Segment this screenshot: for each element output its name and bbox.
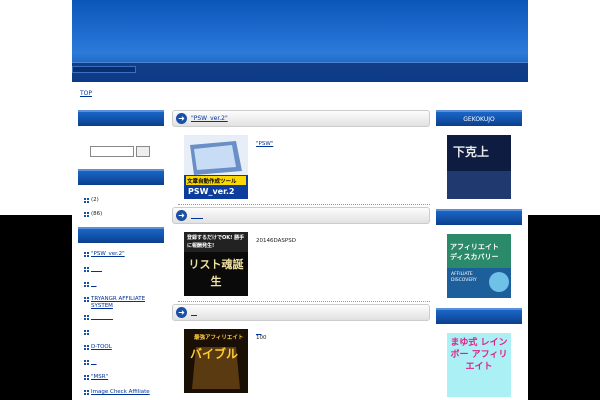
entry: 文章自動作成ツール PSW_ver.2 "PSW" (172, 127, 430, 209)
right-sidebar: GEKOKUJO 下克上 アフィリエイト ディスカバリー AFFILIATE D… (436, 110, 522, 400)
sidebar-link-text[interactable]: __ (91, 359, 97, 366)
arrow-right-icon: ➜ (176, 113, 187, 124)
psw-image-title: PSW_ver.2 (188, 187, 235, 196)
entry-header: ➜ "PSW_ver.2" (172, 110, 430, 127)
bullet-icon (84, 330, 89, 335)
page: TOP (2) (86) "PSW_ver.2" ____ __ TRYANGR… (72, 0, 528, 400)
sidebar-link-text[interactable]: ________ (91, 314, 113, 321)
search-input[interactable] (90, 146, 134, 157)
arrow-right-icon: ➜ (176, 210, 187, 221)
sidebar-link-text[interactable]: Image Check Affiliate (91, 389, 150, 396)
entry: 最強アフィリエイト バイブル __ 100 (172, 321, 430, 400)
entry: 登録するだけでOK! 勝手に報酬発生! リスト魂誕生 20146DASPSD (172, 224, 430, 306)
rainbow-affiliate-text: まゆ式 レインボー アフィリエイト (450, 338, 508, 372)
bullet-icon (84, 211, 89, 217)
sidebar-header-3 (436, 308, 522, 324)
entry-header: ➜ __ (172, 304, 430, 321)
bullet-icon (84, 282, 89, 287)
gekokujo-banner[interactable]: 下克上 (447, 135, 511, 199)
sidebar-link[interactable]: Image Check Affiliate (78, 389, 164, 400)
entry-title[interactable]: ____ (191, 212, 203, 219)
sidebar-link[interactable]: ________ (78, 314, 164, 327)
search-form (90, 146, 164, 157)
bullet-icon (84, 315, 89, 320)
sidebar-header-2 (436, 209, 522, 225)
sidebar-link-text[interactable]: D-TOOL (91, 344, 112, 351)
sidebar-link[interactable]: ____ (78, 266, 164, 279)
entry-link[interactable]: "PSW" (256, 141, 273, 147)
category-count: (2) (91, 197, 99, 203)
psw-image-caption: 文章自動作成ツール (187, 179, 237, 185)
bible-image-caption: 最強アフィリエイト (194, 335, 244, 341)
rainbow-affiliate-banner[interactable]: まゆ式 レインボー アフィリエイト (447, 333, 511, 397)
gekokujo-banner-text: 下克上 (453, 145, 490, 159)
header-nav-bar (72, 62, 528, 82)
sidebar-header-search (78, 110, 164, 126)
sidebar-link[interactable]: __ (78, 359, 164, 372)
sidebar-header-gekokujo: GEKOKUJO (436, 110, 522, 126)
entry-divider (178, 301, 430, 302)
list-image-caption: 登録するだけでOK! 勝手に報酬発生! (187, 235, 245, 249)
bullet-icon (84, 267, 89, 272)
bullet-icon (84, 375, 89, 380)
entry-body: __ 100 (256, 329, 267, 341)
sidebar-link[interactable]: TRYANGR AFFILIATE SYSTEM (78, 296, 164, 312)
category-item[interactable]: (86) (78, 207, 164, 221)
entry-title[interactable]: __ (191, 309, 197, 316)
sidebar-link[interactable] (78, 329, 164, 342)
sidebar-link[interactable]: __ (78, 281, 164, 294)
breadcrumb-top[interactable]: TOP (80, 90, 92, 97)
sidebar-link-text[interactable]: TRYANGR AFFILIATE SYSTEM (91, 296, 151, 310)
affiliate-discovery-banner[interactable]: アフィリエイト ディスカバリー AFFILIATE DISCOVERY (447, 234, 511, 298)
arrow-right-icon: ➜ (176, 307, 187, 318)
sidebar-link-text[interactable]: ____ (91, 266, 102, 273)
left-sidebar: (2) (86) "PSW_ver.2" ____ __ TRYANGR AFF… (78, 110, 164, 400)
search-button[interactable] (136, 146, 150, 157)
sidebar-link-text[interactable]: "MSR" (91, 374, 108, 381)
category-item[interactable]: (2) (78, 193, 164, 207)
site-header (72, 0, 528, 82)
bullet-icon (84, 390, 89, 395)
bullet-icon (84, 360, 89, 365)
category-count: (86) (91, 211, 103, 217)
entry-title[interactable]: "PSW_ver.2" (191, 115, 228, 122)
affiliate-discovery-sub: AFFILIATE DISCOVERY (451, 272, 477, 283)
main-content: ➜ "PSW_ver.2" 文章自動作成ツール PSW_ver.2 "PSW" (172, 110, 430, 400)
entry-thumbnail[interactable]: 登録するだけでOK! 勝手に報酬発生! リスト魂誕生 (184, 232, 248, 296)
entry-header: ➜ ____ (172, 207, 430, 224)
entry-text: 100 (256, 335, 267, 341)
entry-thumbnail[interactable]: 文章自動作成ツール PSW_ver.2 (184, 135, 248, 199)
sidebar-link[interactable]: "PSW_ver.2" (78, 251, 164, 264)
sidebar-header-links (78, 227, 164, 243)
entry-divider (178, 204, 430, 205)
sidebar-link[interactable]: D-TOOL (78, 344, 164, 357)
sidebar-header-categories (78, 169, 164, 185)
header-nav-tab[interactable] (72, 66, 136, 73)
bullet-icon (84, 197, 89, 203)
affiliate-discovery-text: アフィリエイト ディスカバリー (450, 243, 499, 261)
sidebar-link[interactable]: "MSR" (78, 374, 164, 387)
bullet-icon (84, 297, 89, 302)
sidebar-link-text[interactable]: __ (91, 281, 97, 288)
entry-thumbnail[interactable]: 最強アフィリエイト バイブル (184, 329, 248, 393)
sidebar-link-text[interactable]: "PSW_ver.2" (91, 251, 125, 258)
entry-text: 20146DASPSD (256, 238, 296, 244)
bullet-icon (84, 252, 89, 257)
bible-image-title: バイブル (190, 347, 239, 361)
entry-body: "PSW" (256, 141, 273, 147)
list-image-title: リスト魂誕生 (188, 258, 244, 288)
entry-body: 20146DASPSD (256, 238, 296, 244)
bullet-icon (84, 345, 89, 350)
